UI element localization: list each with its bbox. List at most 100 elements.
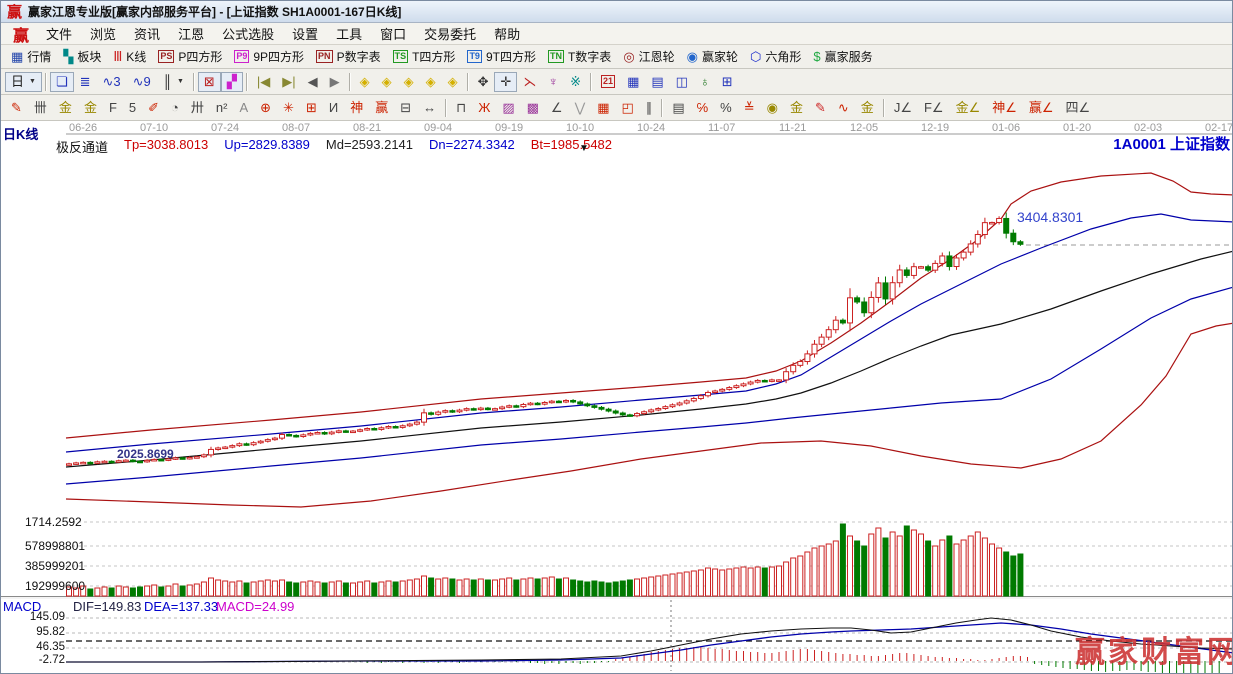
color-histogram-button[interactable]: ▞ [221,72,243,92]
si-angle-button[interactable]: 四∠ [1060,98,1097,118]
ying-angle-icon: 赢∠ [1029,101,1054,115]
cycle-tools-button[interactable]: ※ [564,72,587,92]
box-fan-dark-button[interactable]: ▩ [521,98,545,118]
box-fan-button[interactable]: ▨ [496,98,520,118]
f-angle-button[interactable]: F∠ [918,98,950,118]
quotes-button[interactable]: ▦行情 [5,47,57,67]
candle-style-button[interactable]: ║▼ [157,72,190,92]
a-wave-button[interactable]: A [233,98,254,118]
memo-button[interactable]: ▤ [645,72,669,92]
menu-item-6[interactable]: 工具 [327,22,371,45]
gold-comb-2-button[interactable]: 金 [78,98,103,118]
plain-comb-button[interactable]: 卅 [185,98,210,118]
kline-label: K线 [126,48,146,65]
wave9-button[interactable]: ∿9 [127,72,157,92]
menu-item-3[interactable]: 江恩 [169,22,213,45]
kline-button[interactable]: ⅢK线 [107,47,152,67]
gold-rule-button[interactable]: 金 [784,98,809,118]
j-angle-button[interactable]: J∠ [888,98,918,118]
compress-diamond-button[interactable]: ◈ [420,72,442,92]
angle-line-button[interactable]: ∠ [545,98,569,118]
corner-grid-button[interactable]: ◰ [616,98,640,118]
k-mark-button[interactable]: И [323,98,344,118]
sectors-button[interactable]: ▚板块 [57,47,107,67]
gold-circle-button[interactable]: ◉ [761,98,784,118]
menu-item-2[interactable]: 资讯 [125,22,169,45]
gold-underline-button[interactable]: 金 [855,98,880,118]
menu-item-9[interactable]: 帮助 [485,22,529,45]
t-square-button[interactable]: TST四方形 [387,47,462,67]
remote-pc-button[interactable]: ⊞ [716,72,739,92]
gann-comb-button[interactable]: 卌 [28,98,53,118]
gann-tools-button[interactable]: ♆ [542,72,564,92]
p-square-button[interactable]: PSP四方形 [152,47,228,67]
web-link-button[interactable]: ♁ [694,72,716,92]
shen-angle-button[interactable]: 神∠ [986,98,1023,118]
ray-fan-button[interactable]: Ж [472,98,496,118]
spiral-comb-button[interactable]: 5 [123,98,142,118]
menu-item-4[interactable]: 公式选股 [213,22,283,45]
t-frame-button[interactable]: ⊓ [450,98,472,118]
winner-service-button[interactable]: $赢家服务 [807,47,878,67]
wave3-button[interactable]: ∿3 [97,72,127,92]
f-comb-button[interactable]: F [103,98,123,118]
wave-channel-button[interactable]: ∿ [832,98,855,118]
info-panel-button[interactable]: ≣ [74,72,97,92]
gold-angle-button[interactable]: 金∠ [950,98,987,118]
t-number-button[interactable]: TNT数字表 [542,47,617,67]
gann-mark-button[interactable]: ⊠ [198,72,221,92]
grid-123-button[interactable]: ⊟ [394,98,417,118]
candle-body [251,443,256,445]
dropdown-arrow-icon[interactable]: ▼ [177,78,184,85]
parallel-lines-button[interactable]: ∥ [640,98,659,118]
span-arrow-button[interactable]: ↔ [417,98,442,118]
p9-square-button[interactable]: P99P四方形 [228,47,310,67]
zoom-out-diamond-button[interactable]: ◈ [354,72,376,92]
zoom-in-diamond-button[interactable]: ◈ [376,72,398,92]
menu-item-8[interactable]: 交易委托 [415,22,485,45]
angle-measure-button[interactable]: ⋋ [517,72,542,92]
red-grid-button[interactable]: ▦ [591,98,615,118]
pen-flag-button[interactable]: ✎ [809,98,832,118]
marker-pen-button[interactable]: ✐ [142,98,165,118]
wheel-small-button[interactable]: ✳ [277,98,300,118]
next-page-button[interactable]: ▶ [324,72,346,92]
chart-pattern-button[interactable]: ❏ [50,72,74,92]
dropdown-arrow-icon[interactable]: ▼ [29,78,36,85]
square-wheel-button[interactable]: ⊞ [300,98,323,118]
menu-item-0[interactable]: 文件 [37,22,81,45]
cursor-marker-icon[interactable]: ▼ [579,143,589,154]
gann-wheel-button[interactable]: ◎江恩轮 [617,47,680,67]
calculator-button[interactable]: ▦ [621,72,645,92]
first-page-button[interactable]: |◀ [251,72,276,92]
shen-comb-button[interactable]: 神 [344,98,369,118]
hexagon-button[interactable]: ⬡六角形 [744,47,807,67]
percent-line-button[interactable]: ≚ [738,98,761,118]
swap-diamond-button[interactable]: ◈ [398,72,420,92]
menu-item-5[interactable]: 设置 [283,22,327,45]
last-page-button[interactable]: ▶| [276,72,301,92]
ying-comb-button[interactable]: 赢 [369,98,394,118]
crosshair-button[interactable]: ✛ [494,72,517,92]
period-day-button[interactable]: 日▼ [5,72,42,92]
drag-hand-button[interactable]: ✥ [472,72,495,92]
ying-angle-button[interactable]: 赢∠ [1023,98,1060,118]
t9-square-button[interactable]: T99T四方形 [461,47,542,67]
circle-comb-button[interactable]: ◔ [165,98,185,118]
save-button[interactable]: ◫ [670,72,694,92]
gold-comb-1-button[interactable]: 金 [53,98,78,118]
winner-wheel-button[interactable]: ◉赢家轮 [681,47,744,67]
price-ladder-button[interactable]: ▤ [666,98,690,118]
menu-item-1[interactable]: 浏览 [81,22,125,45]
percent-button[interactable]: % [714,98,738,118]
t-percent-button[interactable]: ℅ [691,98,715,118]
expand-diamond-button[interactable]: ◈ [442,72,464,92]
compass-button[interactable]: ⊕ [254,98,277,118]
calendar-button[interactable]: 21 [595,72,621,92]
p-number-button[interactable]: PNP数字表 [310,47,387,67]
prev-page-button[interactable]: ◀ [302,72,324,92]
pencil-red-button[interactable]: ✎ [5,98,28,118]
menu-item-7[interactable]: 窗口 [371,22,415,45]
n-square-button[interactable]: n² [210,98,234,118]
v-wave-button[interactable]: ⋁ [569,98,592,118]
